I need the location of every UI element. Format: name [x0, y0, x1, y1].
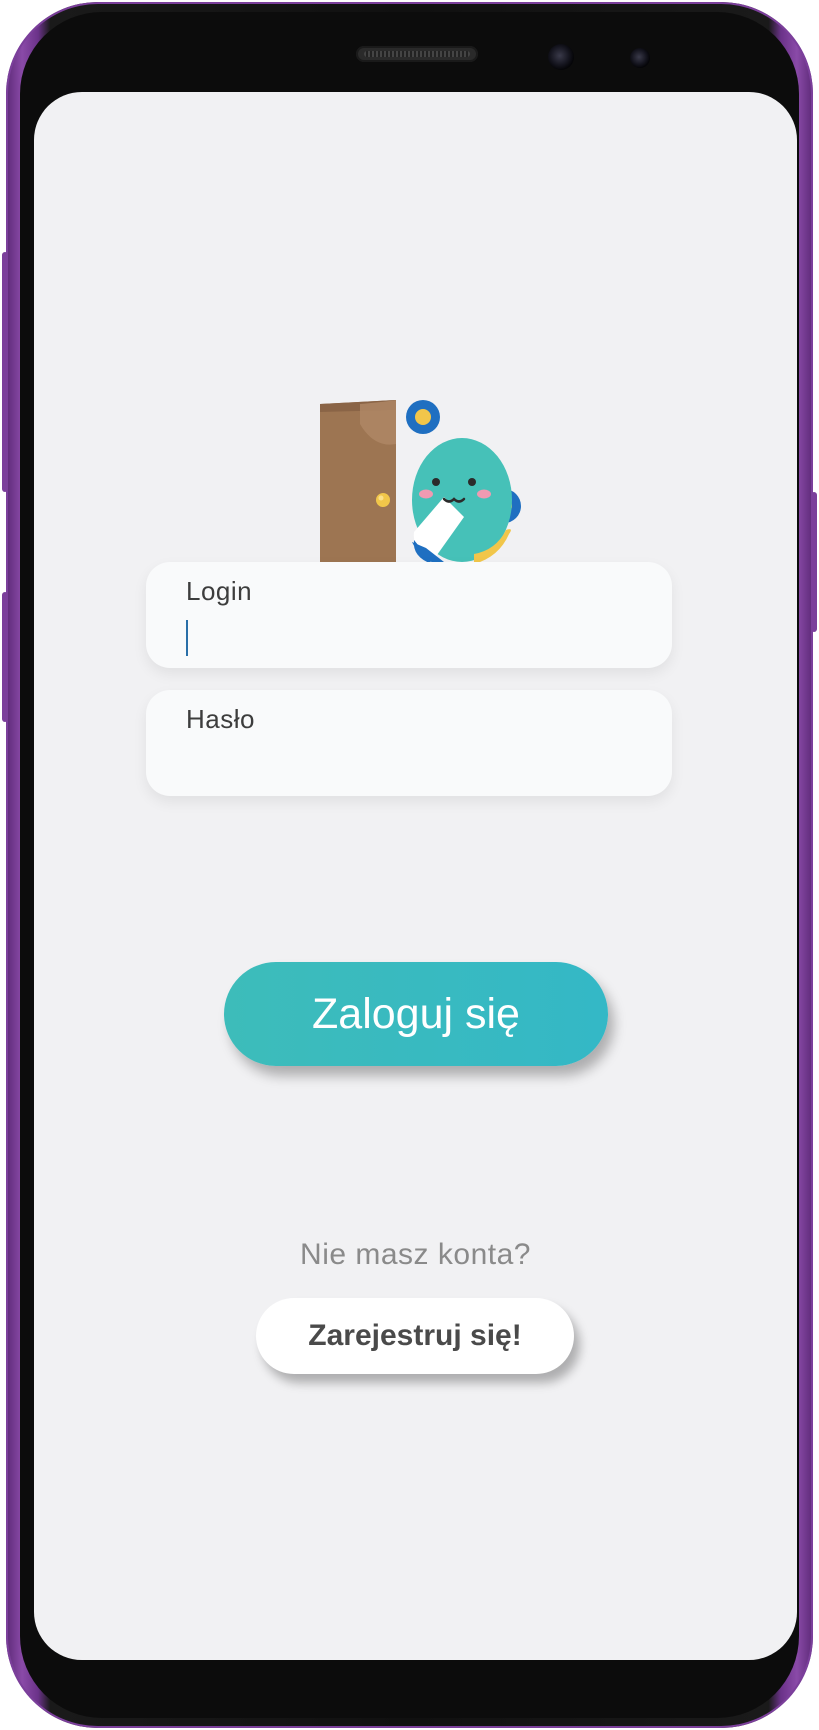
app-screen: Login Hasło Zaloguj się Nie masz konta? … — [34, 92, 797, 1660]
password-field-label: Hasło — [186, 704, 255, 734]
bixby-button — [2, 592, 8, 722]
login-button[interactable]: Zaloguj się — [224, 962, 608, 1066]
login-field-label: Login — [186, 576, 253, 606]
no-account-prompt: Nie masz konta? — [300, 1238, 531, 1271]
login-field[interactable]: Login — [146, 562, 672, 668]
front-camera-icon — [548, 44, 574, 70]
password-field[interactable]: Hasło — [146, 690, 672, 796]
phone-frame: Login Hasło Zaloguj się Nie masz konta? … — [2, 2, 817, 1728]
speaker-grille — [356, 46, 478, 62]
volume-button — [2, 252, 8, 492]
register-button[interactable]: Zarejestruj się! — [256, 1298, 574, 1374]
sensor-icon — [630, 48, 650, 68]
text-cursor — [186, 620, 188, 656]
power-button — [811, 492, 817, 632]
